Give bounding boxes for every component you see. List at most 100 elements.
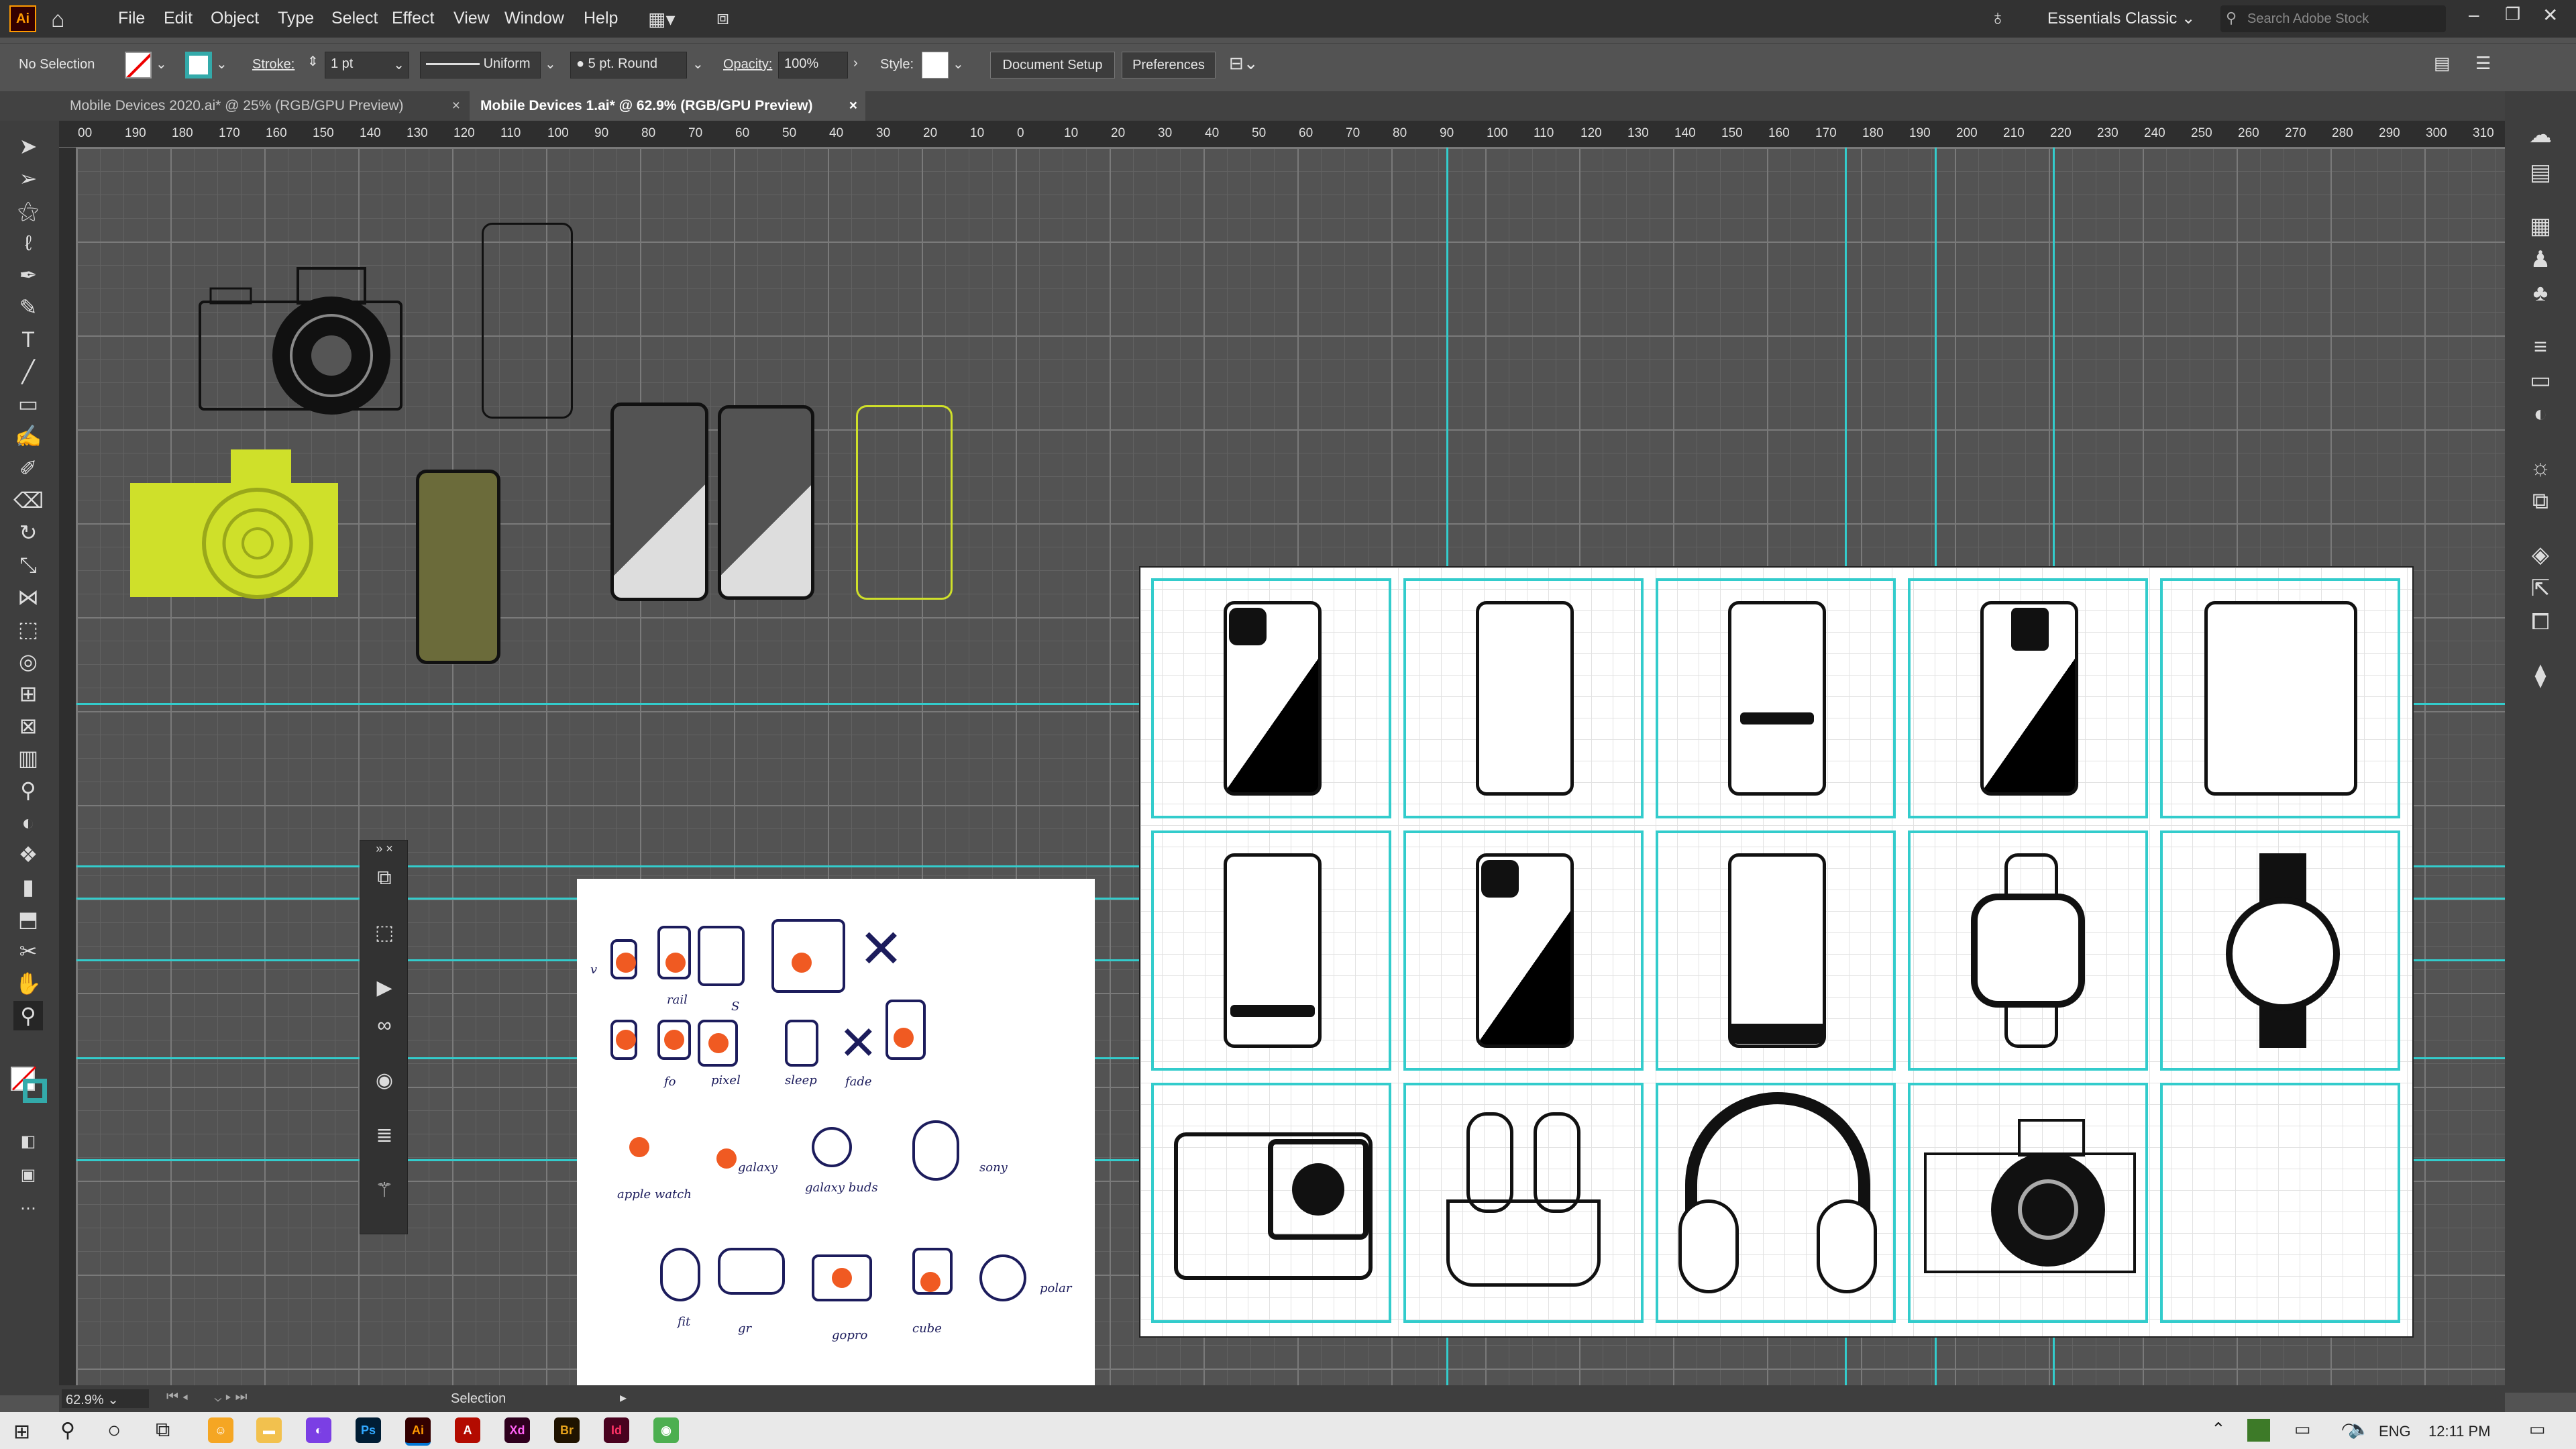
icon-cell[interactable]	[1151, 830, 1391, 1071]
align-options-icon[interactable]: ⊟⌄	[1229, 53, 1258, 74]
navigator-icon[interactable]: ◉	[367, 1063, 402, 1098]
slice-tool-icon[interactable]: ✂	[13, 936, 43, 966]
menu-help[interactable]: Help	[584, 9, 618, 28]
indesign-icon[interactable]: Id	[604, 1417, 629, 1443]
adobe-stock-search[interactable]: ⚲ Search Adobe Stock	[2220, 5, 2446, 32]
paintbrush-tool-icon[interactable]: ✍	[13, 421, 43, 451]
more-tools-icon[interactable]: ⋯	[13, 1194, 43, 1224]
zoom-level-field[interactable]: 62.9% ⌄	[62, 1389, 149, 1408]
zoom-tool-icon[interactable]: ⚲	[13, 1001, 43, 1030]
asset-export-icon[interactable]: ⧫	[2524, 659, 2557, 692]
line-tool-icon[interactable]: ╱	[13, 357, 43, 386]
chevron-down-icon[interactable]: ⌄	[692, 56, 704, 72]
blend-tool-icon[interactable]: ◐	[13, 808, 43, 837]
stroke-color-swatch[interactable]	[23, 1079, 47, 1103]
chevron-down-icon[interactable]: ⌄	[216, 56, 227, 72]
icon-cell[interactable]	[1908, 1083, 2148, 1323]
curvature-tool-icon[interactable]: ✎	[13, 292, 43, 322]
sketch-image[interactable]: ✕ ✕ v rail S pixel sleep fade fo apple w…	[577, 879, 1095, 1385]
eraser-tool-icon[interactable]: ⌫	[13, 486, 44, 515]
phone-yellow-outline-artwork[interactable]	[856, 405, 953, 600]
align-icon[interactable]: ≣	[367, 1118, 402, 1153]
links-icon[interactable]: ∞	[367, 1008, 402, 1043]
canvas[interactable]: ✕ ✕ v rail S pixel sleep fade fo apple w…	[76, 148, 2505, 1385]
phone-back-artwork[interactable]	[610, 402, 708, 601]
chevron-up-icon[interactable]: ⌃	[2211, 1419, 2226, 1440]
phone-outline-artwork[interactable]	[482, 223, 573, 419]
xd-icon[interactable]: Xd	[504, 1417, 530, 1443]
icon-cell[interactable]	[1403, 1083, 1644, 1323]
photoshop-icon[interactable]: Ps	[356, 1417, 381, 1443]
tab-mobile-devices-1[interactable]: Mobile Devices 1.ai* @ 62.9% (RGB/GPU Pr…	[470, 91, 865, 121]
stroke-swatch[interactable]	[185, 52, 212, 78]
windows-start-icon[interactable]: ⊞	[13, 1420, 30, 1444]
battery-icon[interactable]: ▭	[2294, 1419, 2311, 1440]
search-icon[interactable]: ⚲	[60, 1419, 75, 1442]
chevron-double-icon[interactable]: » ×	[367, 841, 402, 857]
icon-cell[interactable]	[1656, 578, 1896, 818]
app-icon[interactable]: ◐	[306, 1417, 331, 1443]
width-tool-icon[interactable]: ⋈	[13, 582, 43, 612]
acrobat-icon[interactable]: A	[455, 1417, 480, 1443]
icon-cell[interactable]	[2160, 830, 2400, 1071]
screen-mode-icon[interactable]: ▣	[13, 1161, 43, 1190]
artboard[interactable]	[1139, 566, 2414, 1338]
perspective-grid-tool-icon[interactable]: ⊞	[13, 679, 43, 708]
task-view-icon[interactable]: ⧉	[156, 1419, 170, 1442]
camera-yellow-artwork[interactable]	[130, 443, 345, 604]
chrome-icon[interactable]: ◉	[653, 1417, 679, 1443]
file-explorer-icon[interactable]: ▬	[256, 1417, 282, 1443]
camera-outline-artwork[interactable]	[197, 255, 405, 423]
cortana-icon[interactable]: ○	[107, 1417, 121, 1444]
symbol-sprayer-tool-icon[interactable]: ❖	[13, 840, 43, 869]
chevron-right-icon[interactable]: ›	[853, 56, 858, 71]
graphic-styles-icon[interactable]: ⧉	[2524, 484, 2557, 518]
artboards-icon[interactable]: ⧠	[2524, 605, 2557, 639]
lightbulb-icon[interactable]: ♁	[1990, 5, 2006, 30]
icon-cell[interactable]	[1151, 1083, 1391, 1323]
document-setup-button[interactable]: Document Setup	[990, 52, 1115, 78]
bridge-icon[interactable]: Br	[554, 1417, 580, 1443]
rectangle-tool-icon[interactable]: ▭	[13, 389, 43, 419]
stroke-panel-icon[interactable]: ≡	[2524, 330, 2557, 364]
chevron-down-icon[interactable]: ⌄	[953, 56, 964, 72]
menu-edit[interactable]: Edit	[164, 9, 193, 28]
icon-cell[interactable]	[1403, 578, 1644, 818]
icon-cell[interactable]	[1908, 830, 2148, 1071]
free-transform-tool-icon[interactable]: ⬚	[13, 614, 43, 644]
opacity-label[interactable]: Opacity:	[723, 57, 772, 72]
stroke-weight-field[interactable]: 1 pt ⌄	[325, 52, 409, 78]
drawing-mode-icon[interactable]: ◧	[13, 1127, 43, 1157]
mesh-tool-icon[interactable]: ⊠	[13, 711, 43, 741]
type-tool-icon[interactable]: T	[13, 325, 43, 354]
gradient-tool-icon[interactable]: ▥	[13, 743, 43, 773]
gradient-panel-icon[interactable]: ▭	[2524, 364, 2557, 397]
home-icon[interactable]: ⌂	[51, 7, 65, 33]
menu-window[interactable]: Window	[504, 9, 564, 28]
pen-tool-icon[interactable]: ✒	[13, 260, 43, 290]
icon-cell[interactable]	[1151, 578, 1391, 818]
stroke-stepper-icon[interactable]: ⇕	[307, 53, 319, 70]
shape-builder-tool-icon[interactable]: ◎	[13, 647, 43, 676]
tab-mobile-devices-2020[interactable]: Mobile Devices 2020.ai* @ 25% (RGB/GPU P…	[59, 91, 468, 121]
artboard-navigation[interactable]: ⏮ ◂ ⌄ ▸ ⏭	[166, 1389, 435, 1408]
layers-icon[interactable]: ◈	[2524, 538, 2557, 572]
direct-selection-tool-icon[interactable]: ➢	[13, 164, 43, 193]
icon-cell[interactable]	[1656, 830, 1896, 1071]
properties-icon[interactable]: ▤	[2524, 156, 2557, 189]
restore-icon[interactable]: ❐	[2505, 4, 2520, 25]
language-indicator[interactable]: ENG	[2379, 1423, 2411, 1440]
illustrator-icon[interactable]: Ai	[405, 1417, 431, 1446]
appearance-icon[interactable]: ☼	[2524, 451, 2557, 484]
stroke-label[interactable]: Stroke:	[252, 57, 294, 72]
chevron-right-icon[interactable]: ▸	[620, 1389, 627, 1406]
wand-icon[interactable]: ⚚	[367, 1173, 402, 1208]
lasso-tool-icon[interactable]: ℓ	[13, 228, 43, 258]
menu-select[interactable]: Select	[331, 9, 378, 28]
artboard-tool-icon[interactable]: ⬒	[13, 904, 43, 934]
hand-tool-icon[interactable]: ✋	[13, 969, 43, 998]
minimize-icon[interactable]: –	[2469, 4, 2479, 25]
close-icon[interactable]: ✕	[2542, 4, 2558, 26]
variable-width-profile[interactable]: Uniform	[420, 52, 541, 78]
menu-effect[interactable]: Effect	[392, 9, 434, 28]
